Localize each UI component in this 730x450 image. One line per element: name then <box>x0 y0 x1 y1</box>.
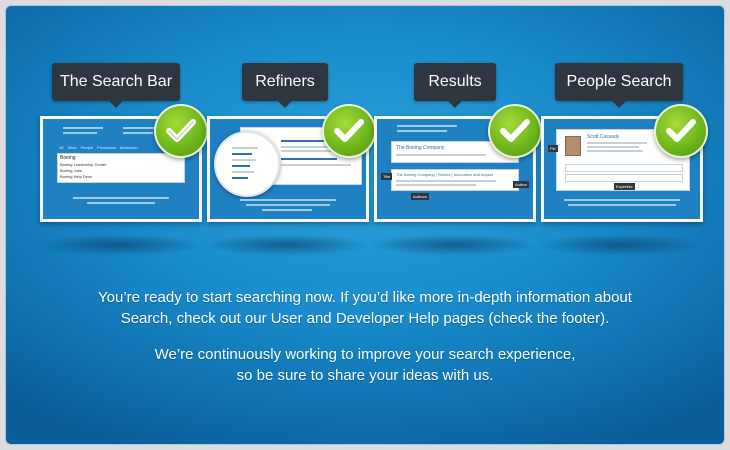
thumbnail-shadow <box>34 234 204 256</box>
tutorial-panel: The Search Bar Boeing Boeing Leadership … <box>6 6 724 444</box>
mini-person-name: Scott Cassady <box>587 134 620 140</box>
checkmark-icon <box>488 104 542 158</box>
mini-search-query: Boeing <box>60 155 76 161</box>
mini-tag-pic: Pic <box>548 145 558 152</box>
thumbnail-shadow <box>535 234 705 256</box>
step-label-results: Results <box>414 63 496 108</box>
thumbnail-shadow <box>201 234 371 256</box>
step-label-refiners: Refiners <box>242 63 328 108</box>
checkmark-icon <box>322 104 376 158</box>
mini-result-2: The Boeing Company | Stories | Innovatio… <box>391 169 519 191</box>
mini-person-photo <box>565 136 581 156</box>
checkmark-icon <box>654 104 708 158</box>
mini-refiners-magnifier <box>214 131 280 197</box>
message-line: We’re continuously working to improve yo… <box>154 346 576 363</box>
mini-result-title: The Boeing Company | Stories | Innovatio… <box>396 172 494 177</box>
mini-tag-expertise: Expertise <box>614 183 635 190</box>
mini-tag-title: Title <box>381 173 393 180</box>
message-line: so be sure to share your ideas with us. <box>236 367 494 384</box>
mini-suggestion: Boeing Help Desk <box>60 174 93 179</box>
mini-result-title: The Boeing Company <box>396 145 445 151</box>
message-line: Search, check out our User and Developer… <box>120 310 610 327</box>
message-line: You’re ready to start searching now. If … <box>98 289 632 306</box>
mini-search-tabs: All Sites People Processes Advanced <box>59 145 138 150</box>
message-paragraph-1: You’re ready to start searching now. If … <box>46 287 684 329</box>
step-label-people-search: People Search <box>555 63 683 108</box>
checkmark-icon <box>154 104 208 158</box>
message-paragraph-2: We’re continuously working to improve yo… <box>46 344 684 386</box>
mini-search-box: Boeing Boeing Leadership Center Boeing J… <box>57 153 185 183</box>
mini-tag-author: Author <box>513 181 529 188</box>
mini-tag-authors: Authors <box>411 193 429 200</box>
step-label-search-bar: The Search Bar <box>52 63 180 108</box>
thumbnail-shadow <box>368 234 538 256</box>
